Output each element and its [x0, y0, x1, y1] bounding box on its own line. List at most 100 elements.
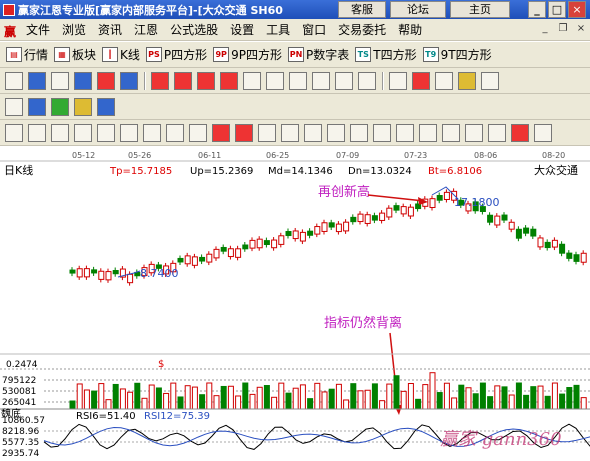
- volume-bar: [508, 394, 515, 410]
- p-square-button[interactable]: PS P四方形: [145, 46, 207, 63]
- save-icon[interactable]: [28, 97, 46, 116]
- kline-chart-area[interactable]: 05-12 05-26 06-11 06-25 07-09 07-23 08-0…: [0, 147, 590, 461]
- gann-tool-19-icon[interactable]: [419, 123, 437, 142]
- star-icon[interactable]: [481, 71, 499, 90]
- arrow-left-icon[interactable]: [289, 71, 307, 90]
- close-icon[interactable]: ×: [568, 1, 586, 18]
- menu-help[interactable]: 帮助: [398, 21, 422, 38]
- grid-menu-icon[interactable]: [5, 71, 23, 90]
- menu-settings[interactable]: 设置: [230, 21, 254, 38]
- plus-icon[interactable]: [435, 71, 453, 90]
- candle: [328, 222, 335, 228]
- gann-tool-10-icon[interactable]: [212, 123, 230, 142]
- menu-tools[interactable]: 工具: [266, 21, 290, 38]
- gann-tool-9-icon[interactable]: [189, 123, 207, 142]
- calendar-icon[interactable]: [5, 97, 23, 116]
- home-tab[interactable]: 主页: [450, 1, 510, 18]
- section-icon[interactable]: [458, 71, 476, 90]
- candle: [191, 256, 198, 266]
- t-square-button[interactable]: TS T四方形: [355, 46, 417, 63]
- gann-tool-4-icon[interactable]: [74, 123, 92, 142]
- gann-tool-3-icon[interactable]: [51, 123, 69, 142]
- volume-bar: [335, 383, 342, 410]
- gann-tool-15-icon[interactable]: [327, 123, 345, 142]
- menu-trade[interactable]: 交易委托: [338, 21, 386, 38]
- flag-blue-icon[interactable]: [120, 71, 138, 90]
- volume-bar: [559, 393, 566, 410]
- menu-file[interactable]: 文件: [26, 21, 50, 38]
- volume-bar: [263, 385, 270, 410]
- p-number-table-button[interactable]: PN P数字表: [288, 46, 349, 63]
- service-tab[interactable]: 客服: [338, 1, 386, 18]
- volume-bar: [213, 395, 220, 410]
- maximize-icon[interactable]: □: [548, 1, 566, 18]
- 9t-square-button[interactable]: T9 9T四方形: [422, 46, 492, 63]
- flag-red-icon[interactable]: [97, 71, 115, 90]
- gann-tool-14-icon[interactable]: [304, 123, 322, 142]
- window-icon[interactable]: [51, 71, 69, 90]
- function-toolbar: [0, 94, 590, 120]
- candle: [551, 239, 558, 248]
- gann-tool-20-icon[interactable]: [442, 123, 460, 142]
- gann-tool-1-icon[interactable]: [5, 123, 23, 142]
- rsi6-label: RSI6=51.40: [76, 411, 136, 422]
- first-bar-icon[interactable]: [151, 71, 169, 90]
- mdi-close-icon[interactable]: ×: [574, 22, 588, 36]
- stock-name: 大众交通: [534, 163, 578, 177]
- forum-tab[interactable]: 论坛: [390, 1, 446, 18]
- print-icon[interactable]: [74, 97, 92, 116]
- zoom-in-icon[interactable]: [266, 71, 284, 90]
- gann-tool-23-icon[interactable]: [511, 123, 529, 142]
- volume-bar: [321, 391, 328, 410]
- sector-button[interactable]: ▦ 板块: [54, 46, 96, 63]
- 9p-square-button[interactable]: 9P 9P四方形: [213, 46, 282, 63]
- table-icon[interactable]: [51, 97, 69, 116]
- menu-browse[interactable]: 浏览: [62, 21, 86, 38]
- gann-tool-16-icon[interactable]: [350, 123, 368, 142]
- gann-tool-8-icon[interactable]: [166, 123, 184, 142]
- gann-tool-17-icon[interactable]: [373, 123, 391, 142]
- menu-window[interactable]: 窗口: [302, 21, 326, 38]
- gann-tool-22-icon[interactable]: [488, 123, 506, 142]
- chart-canvas[interactable]: 05-12 05-26 06-11 06-25 07-09 07-23 08-0…: [0, 147, 590, 461]
- next-bar-icon[interactable]: [197, 71, 215, 90]
- date-tick: 08-20: [542, 151, 565, 160]
- date-tick: 05-12: [72, 151, 95, 160]
- gann-tool-21-icon[interactable]: [465, 123, 483, 142]
- percent-icon[interactable]: [235, 123, 253, 142]
- mdi-restore-icon[interactable]: ❐: [556, 22, 570, 36]
- volume-bar: [343, 399, 350, 410]
- mdi-minimize-icon[interactable]: _: [538, 22, 552, 36]
- arrow-right-icon[interactable]: [312, 71, 330, 90]
- candle: [350, 216, 357, 223]
- gann-tool-5-icon[interactable]: [97, 123, 115, 142]
- menu-formula-select[interactable]: 公式选股: [170, 21, 218, 38]
- candle: [559, 243, 566, 254]
- candle: [537, 237, 544, 248]
- chart-settings-icon[interactable]: [97, 97, 115, 116]
- zoom-out-icon[interactable]: [243, 71, 261, 90]
- quote-button[interactable]: ▤ 行情: [6, 46, 48, 63]
- menu-gann[interactable]: 江恩: [134, 21, 158, 38]
- kline-button[interactable]: ┃ K线: [102, 46, 140, 63]
- volume-bar: [127, 391, 134, 410]
- gann-tool-24-icon[interactable]: [534, 123, 552, 142]
- volume-bar: [573, 384, 580, 410]
- cross-icon[interactable]: [412, 71, 430, 90]
- arrow-down-icon[interactable]: [358, 71, 376, 90]
- hand-icon[interactable]: [389, 71, 407, 90]
- search-chart-icon[interactable]: [74, 71, 92, 90]
- menu-info[interactable]: 资讯: [98, 21, 122, 38]
- minimize-icon[interactable]: _: [528, 1, 546, 18]
- gann-tool-12-icon[interactable]: [258, 123, 276, 142]
- prev-bar-icon[interactable]: [174, 71, 192, 90]
- gann-tool-6-icon[interactable]: [120, 123, 138, 142]
- last-bar-icon[interactable]: [220, 71, 238, 90]
- volume-bar: [487, 396, 494, 410]
- arrow-up-icon[interactable]: [335, 71, 353, 90]
- link-icon[interactable]: [28, 71, 46, 90]
- gann-tool-18-icon[interactable]: [396, 123, 414, 142]
- gann-tool-2-icon[interactable]: [28, 123, 46, 142]
- gann-tool-7-icon[interactable]: [143, 123, 161, 142]
- gann-tool-13-icon[interactable]: [281, 123, 299, 142]
